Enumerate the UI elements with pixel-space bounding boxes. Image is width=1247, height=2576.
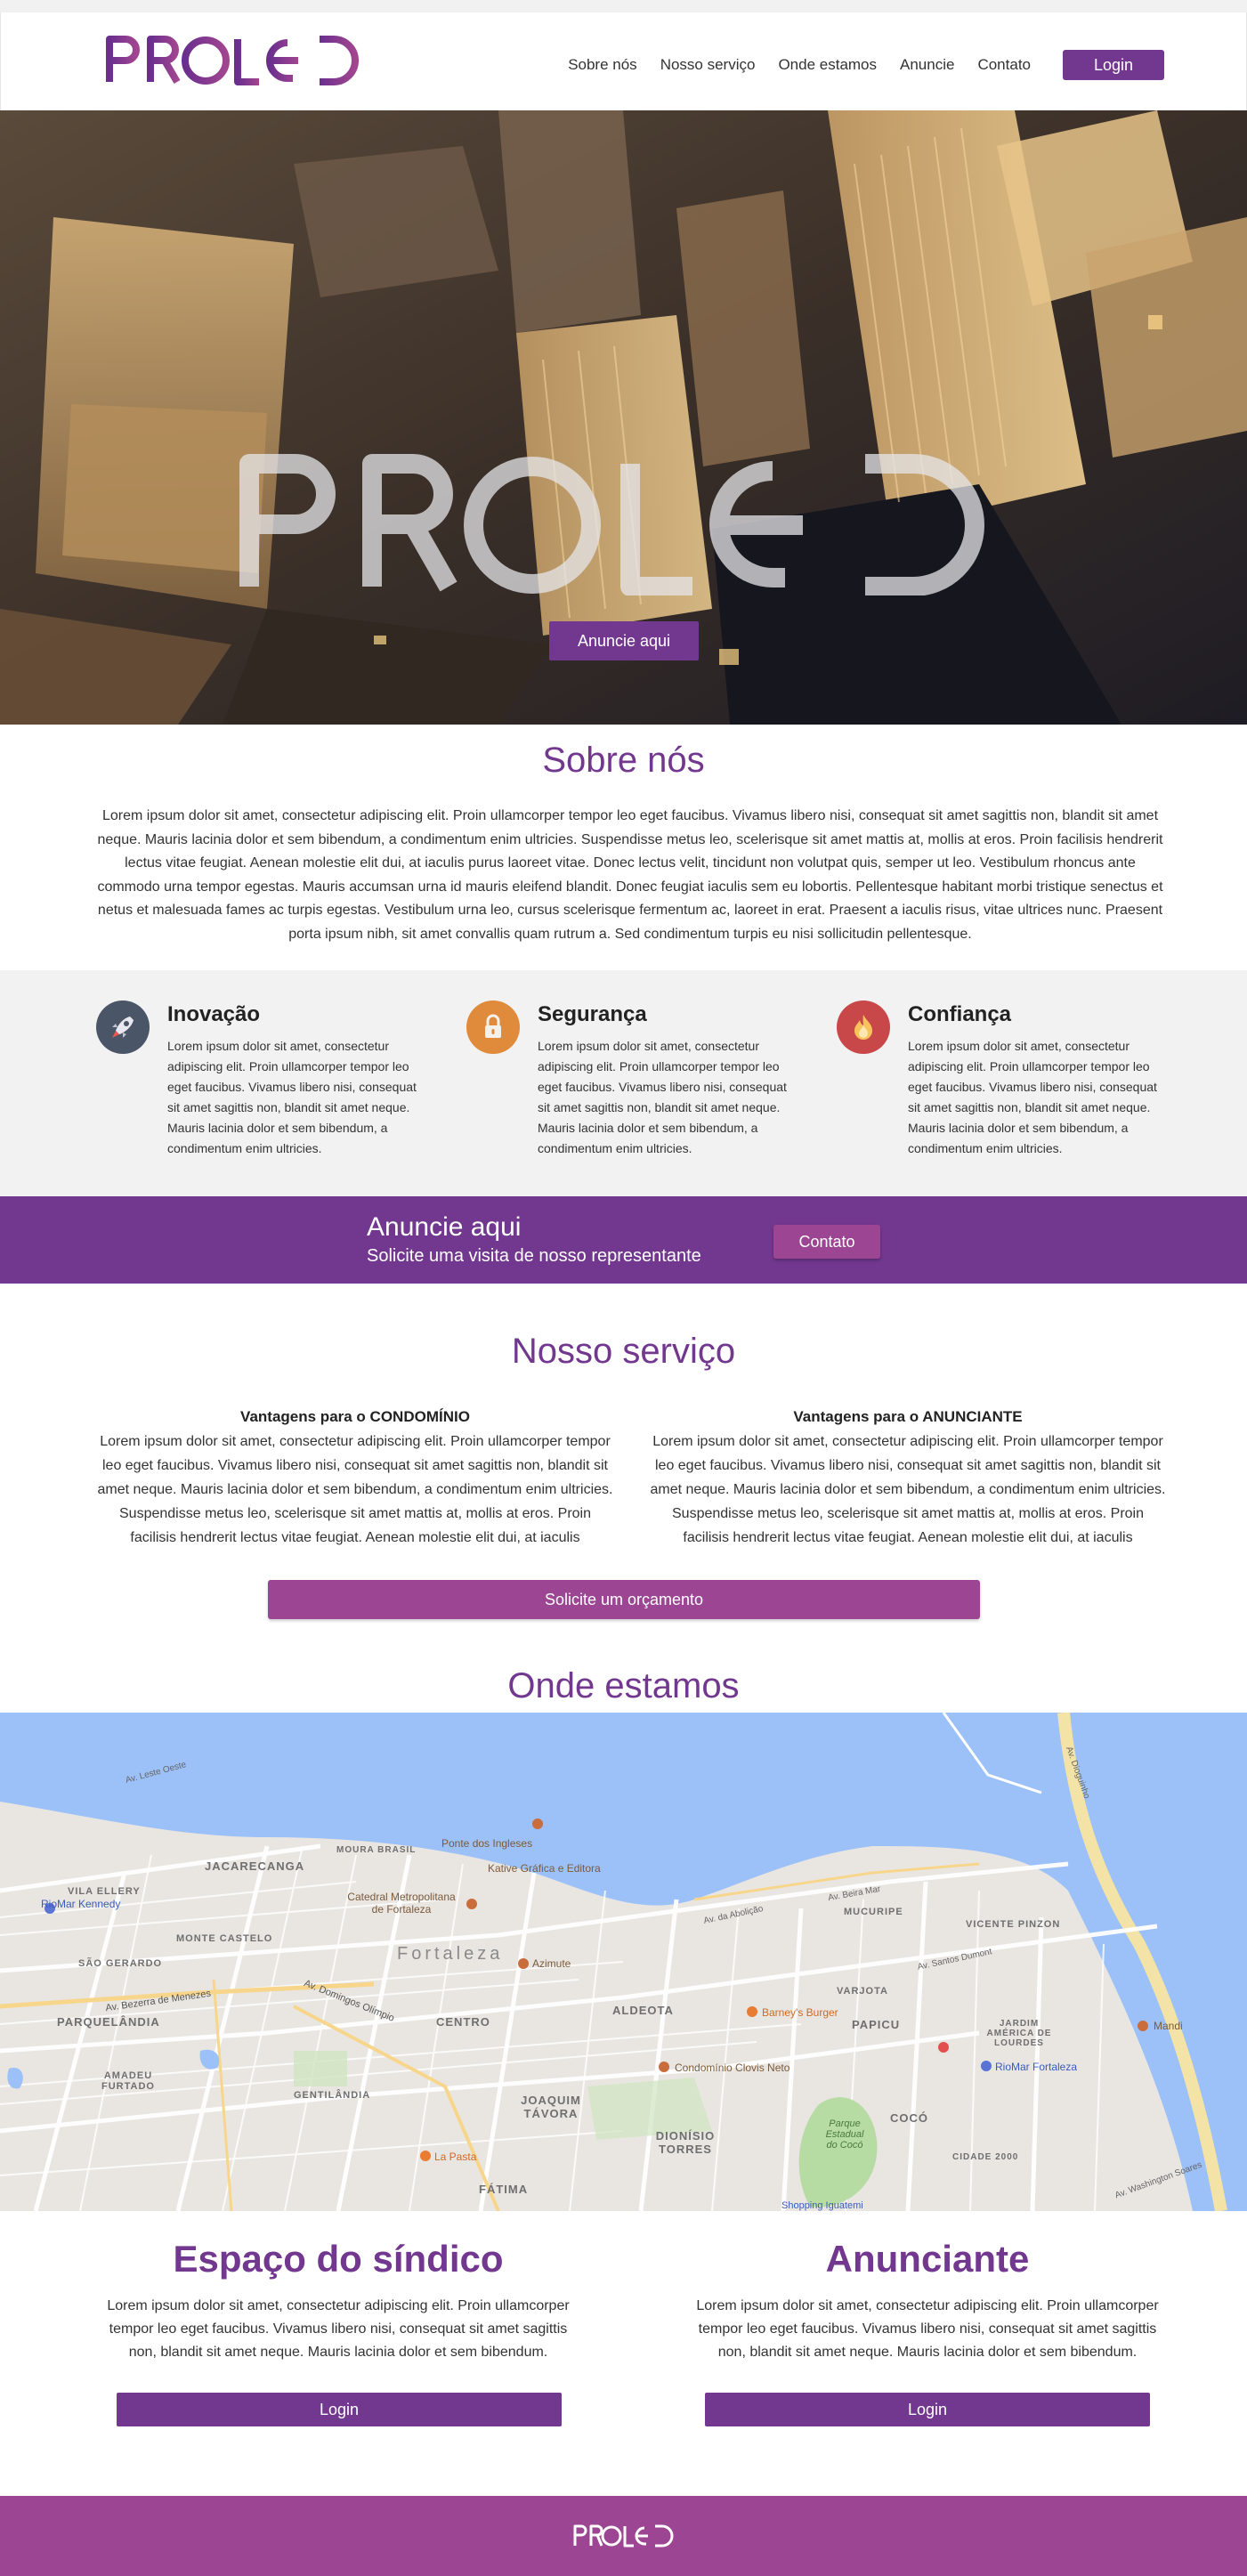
login-button[interactable]: Login: [1063, 50, 1164, 80]
service-text: Lorem ipsum dolor sit amet, consectetur …: [650, 1434, 1166, 1545]
map-label: MONTE CASTELO: [176, 1933, 273, 1944]
map-label-poi: RioMar Fortaleza: [995, 2061, 1078, 2073]
nav-link-onde[interactable]: Onde estamos: [778, 56, 877, 74]
sindico-login-button[interactable]: Login: [117, 2393, 562, 2426]
sindico-title: Espaço do síndico: [173, 2238, 504, 2280]
feature-text: Lorem ipsum dolor sit amet, consectetur …: [538, 1039, 787, 1155]
feature-title: Confiança: [908, 1002, 1012, 1026]
map-label-poi: Azimute: [532, 1957, 571, 1970]
contato-button[interactable]: Contato: [773, 1225, 880, 1259]
service-column-anunciante: Vantagens para o ANUNCIANTE Lorem ipsum …: [649, 1408, 1167, 1550]
nav-links: Sobre nós Nosso serviço Onde estamos Anu…: [568, 50, 1164, 80]
anunciante-title: Anunciante: [825, 2238, 1030, 2280]
features-section: Inovação Lorem ipsum dolor sit amet, con…: [0, 970, 1247, 1196]
feature-seguranca: Segurança Lorem ipsum dolor sit amet, co…: [466, 1000, 796, 1179]
footer-logo: [573, 2524, 674, 2548]
map-label: JACARECANGA: [205, 1859, 305, 1873]
hero-logo-watermark: [239, 454, 984, 595]
navbar: Sobre nós Nosso serviço Onde estamos Anu…: [0, 12, 1247, 110]
service-text: Lorem ipsum dolor sit amet, consectetur …: [97, 1434, 613, 1545]
map-label-poi: Kative Gráfica e Editora: [488, 1862, 601, 1875]
nav-link-contato[interactable]: Contato: [977, 56, 1031, 74]
map-label: GENTILÂNDIA: [294, 2090, 371, 2101]
map-label: JARDIM AMÉRICA DE LOURDES: [986, 2019, 1052, 2048]
service-column-condominio: Vantagens para o CONDOMÍNIO Lorem ipsum …: [96, 1408, 614, 1550]
map-label-poi: Mandi: [1154, 2020, 1183, 2032]
about-title: Sobre nós: [542, 741, 705, 780]
feature-title: Inovação: [167, 1002, 261, 1026]
map-label: DIONÍSIO TORRES: [655, 2129, 716, 2156]
map-label: CENTRO: [436, 2015, 490, 2029]
cta-banner: Anuncie aqui Solicite uma visita de noss…: [0, 1196, 1247, 1284]
feature-title: Segurança: [538, 1002, 647, 1026]
footer: [0, 2496, 1247, 2576]
feature-confianca: Confiança Lorem ipsum dolor sit amet, co…: [837, 1000, 1166, 1179]
map-label-poi: Shopping Iguatemi: [781, 2200, 863, 2211]
map-label-poi: Catedral Metropolitana de Fortaleza: [347, 1891, 456, 1916]
map-label: FÁTIMA: [479, 2183, 529, 2196]
rocket-icon: [96, 1000, 150, 1054]
hero-anuncie-button[interactable]: Anuncie aqui: [549, 621, 699, 660]
map-label: MUCURIPE: [844, 1907, 903, 1917]
flame-icon: [837, 1000, 890, 1054]
map-label: AMADEU FURTADO: [101, 2070, 155, 2092]
map-label: VICENTE PINZON: [966, 1919, 1061, 1930]
service-heading: Vantagens para o CONDOMÍNIO: [240, 1408, 470, 1425]
top-strip: [0, 0, 1247, 12]
anunciante-text: Lorem ipsum dolor sit amet, consectetur …: [696, 2298, 1159, 2360]
map-label-poi: Ponte dos Ingleses: [441, 1837, 533, 1850]
map-label: RioMar Kennedy: [41, 1898, 121, 1910]
map-label: VARJOTA: [837, 1986, 888, 1997]
map-label: SÃO GERARDO: [78, 1958, 163, 1969]
cta-title: Anuncie aqui: [367, 1212, 522, 1242]
cta-subtitle: Solicite uma visita de nosso representan…: [367, 1246, 701, 1266]
map-label-poi: La Pasta: [434, 2151, 477, 2163]
map-label: ALDEOTA: [612, 2004, 674, 2017]
lock-icon: [466, 1000, 520, 1054]
map-widget[interactable]: Fortaleza JACARECANGA VILA ELLERY RioMar…: [0, 1713, 1247, 2211]
map-canvas[interactable]: [0, 1713, 1247, 2211]
service-title: Nosso serviço: [511, 1332, 736, 1371]
quote-button[interactable]: Solicite um orçamento: [268, 1580, 980, 1619]
map-label-poi: Barney's Burger: [762, 2006, 838, 2019]
service-heading: Vantagens para o ANUNCIANTE: [793, 1408, 1023, 1425]
feature-text: Lorem ipsum dolor sit amet, consectetur …: [167, 1039, 417, 1155]
sindico-text: Lorem ipsum dolor sit amet, consectetur …: [107, 2298, 570, 2360]
map-label-city: Fortaleza: [397, 1944, 504, 1964]
nav-link-servico[interactable]: Nosso serviço: [660, 56, 756, 74]
nav-link-anuncie[interactable]: Anuncie: [900, 56, 954, 74]
hero-banner: Anuncie aqui: [0, 110, 1247, 725]
nav-link-sobre[interactable]: Sobre nós: [568, 56, 637, 74]
location-title: Onde estamos: [507, 1666, 740, 1705]
map-label: COCÓ: [890, 2111, 928, 2125]
map-label: CIDADE 2000: [952, 2152, 1019, 2162]
anunciante-login-button[interactable]: Login: [705, 2393, 1150, 2426]
map-label: VILA ELLERY: [68, 1886, 141, 1897]
map-label: PARQUELÂNDIA: [57, 2015, 160, 2029]
proled-logo[interactable]: [106, 36, 369, 85]
about-text: Lorem ipsum dolor sit amet, consectetur …: [97, 808, 1163, 942]
map-label-poi: Condomínio Clovis Neto: [675, 2062, 790, 2074]
feature-text: Lorem ipsum dolor sit amet, consectetur …: [908, 1039, 1157, 1155]
map-label-park: Parque Estadual do Cocó: [825, 2118, 864, 2151]
feature-inovacao: Inovação Lorem ipsum dolor sit amet, con…: [96, 1000, 425, 1179]
map-label: MOURA BRASIL: [336, 1845, 417, 1855]
map-label: PAPICU: [852, 2018, 901, 2031]
map-label: JOAQUIM TÁVORA: [521, 2094, 581, 2120]
